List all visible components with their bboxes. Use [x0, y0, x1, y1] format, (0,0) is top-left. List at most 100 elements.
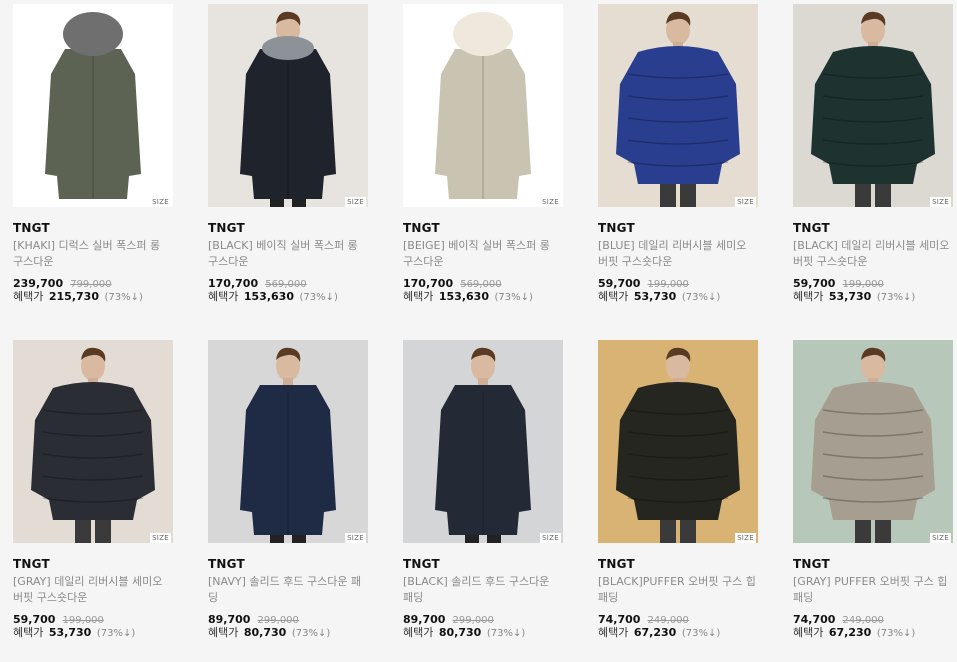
product-grid: SIZE TNGT [KHAKI] 디럭스 실버 폭스퍼 롱 구스다운 239,… — [0, 0, 957, 662]
size-tag[interactable]: SIZE — [345, 533, 366, 543]
size-tag[interactable]: SIZE — [540, 533, 561, 543]
product-name[interactable]: [BLACK] 데일리 리버시블 세미오버핏 구스숏다운 — [793, 238, 951, 270]
brand-name[interactable]: TNGT — [793, 221, 957, 235]
benefit-label: 혜택가 — [793, 290, 824, 303]
product-card[interactable]: SIZE TNGT [BLACK] 베이직 실버 폭스퍼 롱 구스다운 170,… — [208, 4, 388, 305]
price-row: 74,700 249,000 — [793, 610, 957, 626]
benefit-price: 215,730 — [48, 290, 99, 303]
benefit-label: 혜택가 — [13, 290, 44, 303]
discount-rate: (73%↓) — [681, 628, 721, 639]
benefit-row: 혜택가 67,230 (73%↓) — [598, 625, 778, 641]
price-row: 170,700 569,000 — [208, 274, 388, 290]
size-tag[interactable]: SIZE — [735, 533, 756, 543]
product-name[interactable]: [GRAY] PUFFER 오버핏 구스 힙패딩 — [793, 574, 951, 606]
brand-name[interactable]: TNGT — [208, 221, 388, 235]
product-image[interactable]: SIZE — [793, 4, 953, 207]
product-image[interactable]: SIZE — [13, 340, 173, 543]
product-name[interactable]: [BLACK]PUFFER 오버핏 구스 힙패딩 — [598, 574, 756, 606]
product-name[interactable]: [GRAY] 데일리 리버시블 세미오버핏 구스숏다운 — [13, 574, 171, 606]
product-card[interactable]: SIZE TNGT [KHAKI] 디럭스 실버 폭스퍼 롱 구스다운 239,… — [13, 4, 193, 305]
price-row: 59,700 199,000 — [793, 274, 957, 290]
benefit-price: 67,230 — [828, 626, 872, 639]
product-name[interactable]: [BLACK] 솔리드 후드 구스다운 패딩 — [403, 574, 561, 606]
benefit-price: 53,730 — [828, 290, 872, 303]
benefit-price: 67,230 — [633, 626, 677, 639]
product-image[interactable]: SIZE — [793, 340, 953, 543]
product-card[interactable]: SIZE TNGT [NAVY] 솔리드 후드 구스다운 패딩 89,700 2… — [208, 340, 388, 641]
benefit-price: 53,730 — [633, 290, 677, 303]
price-row: 89,700 299,000 — [208, 610, 388, 626]
product-name[interactable]: [NAVY] 솔리드 후드 구스다운 패딩 — [208, 574, 366, 606]
product-card[interactable]: SIZE TNGT [BLUE] 데일리 리버시블 세미오버핏 구스숏다운 59… — [598, 4, 778, 305]
benefit-price: 80,730 — [243, 626, 287, 639]
product-name[interactable]: [BLUE] 데일리 리버시블 세미오버핏 구스숏다운 — [598, 238, 756, 270]
price-row: 59,700 199,000 — [13, 610, 193, 626]
product-image[interactable]: SIZE — [208, 340, 368, 543]
product-card[interactable]: SIZE TNGT [BEIGE] 베이직 실버 폭스퍼 롱 구스다운 170,… — [403, 4, 583, 305]
price-row: 239,700 799,000 — [13, 274, 193, 290]
product-card[interactable]: SIZE TNGT [BLACK]PUFFER 오버핏 구스 힙패딩 74,70… — [598, 340, 778, 641]
benefit-price: 80,730 — [438, 626, 482, 639]
benefit-row: 혜택가 53,730 (73%↓) — [793, 289, 957, 305]
brand-name[interactable]: TNGT — [208, 557, 388, 571]
discount-rate: (73%↓) — [299, 292, 338, 303]
discount-rate: (73%↓) — [291, 628, 331, 639]
benefit-label: 혜택가 — [403, 626, 434, 639]
discount-rate: (73%↓) — [96, 628, 136, 639]
benefit-label: 혜택가 — [208, 626, 239, 639]
product-image[interactable]: SIZE — [403, 340, 563, 543]
benefit-price: 53,730 — [48, 626, 92, 639]
price-row: 74,700 249,000 — [598, 610, 778, 626]
brand-name[interactable]: TNGT — [403, 221, 583, 235]
brand-name[interactable]: TNGT — [13, 557, 193, 571]
brand-name[interactable]: TNGT — [793, 557, 957, 571]
benefit-price: 153,630 — [438, 290, 489, 303]
discount-rate: (73%↓) — [876, 292, 916, 303]
product-card[interactable]: SIZE TNGT [BLACK] 솔리드 후드 구스다운 패딩 89,700 … — [403, 340, 583, 641]
brand-name[interactable]: TNGT — [598, 221, 778, 235]
discount-rate: (73%↓) — [494, 292, 533, 303]
size-tag[interactable]: SIZE — [540, 197, 561, 207]
product-name[interactable]: [BEIGE] 베이직 실버 폭스퍼 롱 구스다운 — [403, 238, 561, 270]
product-image[interactable]: SIZE — [208, 4, 368, 207]
discount-rate: (73%↓) — [104, 292, 143, 303]
product-card[interactable]: SIZE TNGT [BLACK] 데일리 리버시블 세미오버핏 구스숏다운 5… — [793, 4, 957, 305]
benefit-label: 혜택가 — [598, 290, 629, 303]
discount-rate: (73%↓) — [486, 628, 526, 639]
size-tag[interactable]: SIZE — [930, 197, 951, 207]
benefit-label: 혜택가 — [598, 626, 629, 639]
benefit-row: 혜택가 53,730 (73%↓) — [13, 625, 193, 641]
benefit-row: 혜택가 215,730 (73%↓) — [13, 289, 193, 305]
brand-name[interactable]: TNGT — [13, 221, 193, 235]
size-tag[interactable]: SIZE — [150, 197, 171, 207]
price-row: 89,700 299,000 — [403, 610, 583, 626]
discount-rate: (73%↓) — [876, 628, 916, 639]
benefit-label: 혜택가 — [208, 290, 239, 303]
price-row: 59,700 199,000 — [598, 274, 778, 290]
benefit-label: 혜택가 — [13, 626, 44, 639]
discount-rate: (73%↓) — [681, 292, 721, 303]
brand-name[interactable]: TNGT — [403, 557, 583, 571]
product-card[interactable]: SIZE TNGT [GRAY] PUFFER 오버핏 구스 힙패딩 74,70… — [793, 340, 957, 641]
size-tag[interactable]: SIZE — [150, 533, 171, 543]
product-name[interactable]: [KHAKI] 디럭스 실버 폭스퍼 롱 구스다운 — [13, 238, 171, 270]
size-tag[interactable]: SIZE — [345, 197, 366, 207]
benefit-row: 혜택가 67,230 (73%↓) — [793, 625, 957, 641]
benefit-label: 혜택가 — [793, 626, 824, 639]
benefit-row: 혜택가 153,630 (73%↓) — [403, 289, 583, 305]
product-card[interactable]: SIZE TNGT [GRAY] 데일리 리버시블 세미오버핏 구스숏다운 59… — [13, 340, 193, 641]
product-image[interactable]: SIZE — [598, 4, 758, 207]
benefit-label: 혜택가 — [403, 290, 434, 303]
brand-name[interactable]: TNGT — [598, 557, 778, 571]
price-row: 170,700 569,000 — [403, 274, 583, 290]
product-image[interactable]: SIZE — [403, 4, 563, 207]
size-tag[interactable]: SIZE — [735, 197, 756, 207]
product-name[interactable]: [BLACK] 베이직 실버 폭스퍼 롱 구스다운 — [208, 238, 366, 270]
benefit-row: 혜택가 80,730 (73%↓) — [403, 625, 583, 641]
size-tag[interactable]: SIZE — [930, 533, 951, 543]
benefit-row: 혜택가 80,730 (73%↓) — [208, 625, 388, 641]
benefit-row: 혜택가 53,730 (73%↓) — [598, 289, 778, 305]
product-image[interactable]: SIZE — [13, 4, 173, 207]
product-image[interactable]: SIZE — [598, 340, 758, 543]
benefit-row: 혜택가 153,630 (73%↓) — [208, 289, 388, 305]
